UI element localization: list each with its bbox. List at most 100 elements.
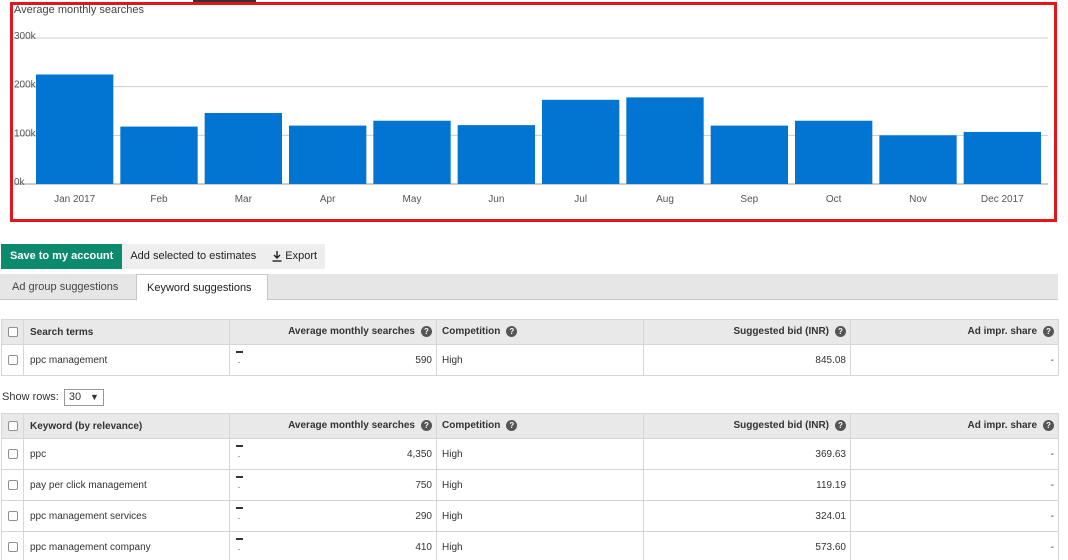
tab-keyword-suggestions[interactable]: Keyword suggestions <box>136 274 268 301</box>
show-rows-label: Show rows: <box>2 391 59 403</box>
trend-sparkline-icon[interactable] <box>236 351 244 365</box>
header-competition-label: Competition <box>442 420 501 432</box>
header-search-terms-label: Search terms <box>30 326 94 338</box>
row-checkbox[interactable] <box>7 541 18 552</box>
save-to-account-button[interactable]: Save to my account <box>1 244 123 269</box>
table-row: pay per click management 750 High 119.19… <box>1 469 1059 501</box>
y-tick-label: 300k <box>14 31 37 42</box>
select-all-checkbox[interactable] <box>7 326 18 337</box>
bar-oct[interactable] <box>795 120 873 184</box>
keyword[interactable]: ppc <box>23 438 230 470</box>
row-select-cell <box>1 469 24 501</box>
suggested-bid-value: 573.60 <box>643 531 851 560</box>
bar-jan-2017[interactable] <box>36 74 114 185</box>
bar-jun[interactable] <box>457 125 535 184</box>
avg-searches-cell: 290 <box>229 500 437 532</box>
header-suggested-bid[interactable]: Suggested bid (INR)? <box>643 413 851 439</box>
header-ad-impr-share[interactable]: Ad impr. share? <box>850 319 1059 345</box>
competition-value: High <box>436 500 644 532</box>
row-checkbox[interactable] <box>7 354 18 365</box>
chart-title: Average monthly searches <box>14 4 145 16</box>
bar-sep[interactable] <box>710 125 788 184</box>
select-all-cell <box>1 319 24 345</box>
bar-feb[interactable] <box>120 126 198 184</box>
export-label: Export <box>285 250 318 262</box>
header-competition-label: Competition <box>442 326 501 338</box>
bar-dec-2017[interactable] <box>963 131 1041 184</box>
help-icon[interactable]: ? <box>1043 326 1054 338</box>
help-icon[interactable]: ? <box>835 326 846 338</box>
x-tick-label: Dec 2017 <box>981 194 1024 205</box>
header-keyword[interactable]: Keyword (by relevance) <box>23 413 230 439</box>
header-keyword-label: Keyword (by relevance) <box>30 420 143 432</box>
header-share-label: Ad impr. share <box>967 420 1037 432</box>
x-tick-label: Oct <box>826 194 842 205</box>
bar-aug[interactable] <box>626 97 704 184</box>
show-rows-control: Show rows: 30 ▼ <box>2 388 104 406</box>
row-checkbox[interactable] <box>7 448 18 459</box>
add-to-estimates-button[interactable]: Add selected to estimates <box>122 244 265 269</box>
table-header-row: Keyword (by relevance) Average monthly s… <box>1 413 1059 439</box>
help-icon[interactable]: ? <box>835 420 846 432</box>
suggestion-tabs: Ad group suggestions Keyword suggestions <box>0 274 1058 301</box>
bar-mar[interactable] <box>204 112 282 184</box>
select-all-checkbox[interactable] <box>7 420 18 431</box>
x-tick-label: Apr <box>320 194 336 205</box>
trend-sparkline-icon[interactable] <box>236 507 244 521</box>
ad-impr-share-value: - <box>850 438 1059 470</box>
row-select-cell <box>1 500 24 532</box>
export-button[interactable]: Export <box>264 244 326 269</box>
bar-jul[interactable] <box>542 99 620 184</box>
header-competition[interactable]: Competition? <box>436 413 644 439</box>
competition-value: High <box>436 344 644 376</box>
keyword-ideas-table: Keyword (by relevance) Average monthly s… <box>1 413 1059 560</box>
help-icon[interactable]: ? <box>421 420 432 432</box>
ad-impr-share-value: - <box>850 531 1059 560</box>
header-avg-monthly-searches[interactable]: Average monthly searches? <box>229 413 437 439</box>
bar-may[interactable] <box>373 120 451 184</box>
x-tick-label: Jun <box>488 194 504 205</box>
row-select-cell <box>1 438 24 470</box>
table-row: ppc 4,350 High 369.63 - <box>1 438 1059 470</box>
suggested-bid-value: 369.63 <box>643 438 851 470</box>
keyword[interactable]: ppc management services <box>23 500 230 532</box>
header-ad-impr-share[interactable]: Ad impr. share? <box>850 413 1059 439</box>
help-icon[interactable]: ? <box>506 326 518 338</box>
x-tick-label: Nov <box>909 194 927 205</box>
help-icon[interactable]: ? <box>421 326 432 338</box>
x-tick-label: Jul <box>574 194 587 205</box>
x-tick-label: Mar <box>235 194 253 205</box>
average-monthly-searches-chart: Average monthly searches 0k 100k 200k 300k J… <box>14 4 1048 205</box>
suggested-bid-value: 324.01 <box>643 500 851 532</box>
header-suggested-bid[interactable]: Suggested bid (INR)? <box>643 319 851 345</box>
avg-searches-cell: 4,350 <box>229 438 437 470</box>
header-avg-monthly-searches[interactable]: Average monthly searches? <box>229 319 437 345</box>
search-term[interactable]: ppc management <box>23 344 230 376</box>
y-tick-label: 100k <box>14 128 37 139</box>
help-icon[interactable]: ? <box>1043 420 1054 432</box>
keyword[interactable]: ppc management company <box>23 531 230 560</box>
bar-apr[interactable] <box>289 125 367 184</box>
chevron-down-icon: ▼ <box>89 392 99 402</box>
tab-ad-group-suggestions[interactable]: Ad group suggestions <box>0 274 136 300</box>
trend-sparkline-icon[interactable] <box>236 538 244 552</box>
rows-per-page-select[interactable]: 30 ▼ <box>63 388 104 406</box>
x-tick-label: May <box>403 194 422 205</box>
x-tick-label: Feb <box>150 194 168 205</box>
header-competition[interactable]: Competition? <box>436 319 644 345</box>
trend-sparkline-icon[interactable] <box>236 476 244 490</box>
row-checkbox[interactable] <box>7 479 18 490</box>
header-search-terms[interactable]: Search terms <box>23 319 230 345</box>
help-icon[interactable]: ? <box>506 420 518 432</box>
table-row: ppc management services 290 High 324.01 … <box>1 500 1059 532</box>
ad-impr-share-value: - <box>850 500 1059 532</box>
avg-searches-value: 590 <box>415 354 432 366</box>
table-header-row: Search terms Average monthly searches? C… <box>1 319 1059 345</box>
row-checkbox[interactable] <box>7 510 18 521</box>
download-icon <box>272 251 282 262</box>
y-tick-label: 200k <box>14 80 37 91</box>
bar-nov[interactable] <box>879 135 957 184</box>
header-bid-label: Suggested bid (INR) <box>733 420 829 432</box>
trend-sparkline-icon[interactable] <box>236 445 244 459</box>
keyword[interactable]: pay per click management <box>23 469 230 501</box>
